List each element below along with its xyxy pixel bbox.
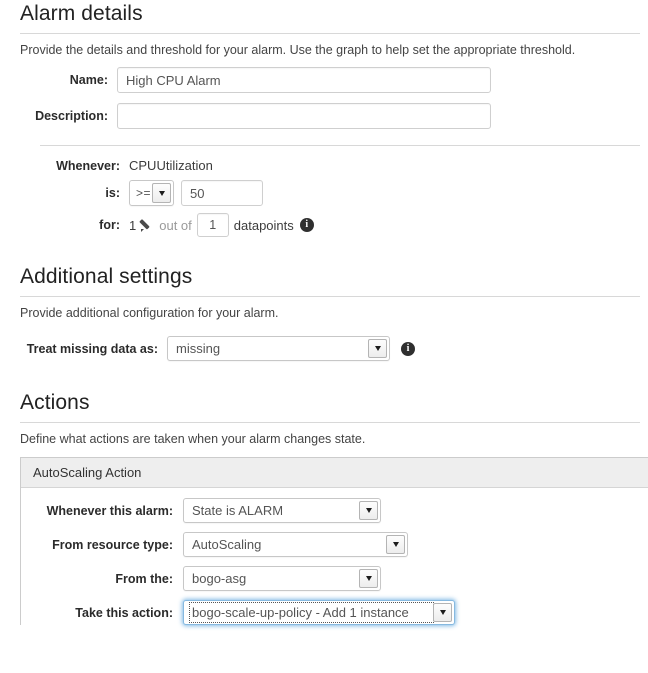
alarm-details-heading: Alarm details <box>20 2 143 25</box>
is-row: is: >= <box>0 180 648 206</box>
threshold-block: Whenever: CPUUtilization is: >= for: 1 ou… <box>0 158 648 237</box>
autoscaling-action-panel: AutoScaling Action Whenever this alarm: … <box>20 457 648 625</box>
out-of-text: out of <box>159 217 192 233</box>
resource-select[interactable]: bogo-asg <box>183 566 381 591</box>
datapoints-text: datapoints <box>233 217 294 233</box>
autoscaling-action-panel-body: Whenever this alarm: State is ALARM From… <box>21 488 648 625</box>
treat-missing-data-label: Treat missing data as: <box>26 341 158 356</box>
additional-settings-description: Provide additional configuration for you… <box>20 306 279 320</box>
comparison-operator-select[interactable]: >= <box>129 180 174 206</box>
from-resource-type-label: From resource type: <box>52 537 173 552</box>
alarm-state-select[interactable]: State is ALARM <box>183 498 381 523</box>
actions-heading: Actions <box>20 391 90 414</box>
alarm-form-page: Alarm details Provide the details and th… <box>0 0 648 673</box>
resource-type-select[interactable]: AutoScaling <box>183 532 408 557</box>
alarm-description-input[interactable] <box>117 103 491 129</box>
chevron-down-icon <box>433 603 452 622</box>
threshold-value-input[interactable] <box>181 180 263 206</box>
for-datapoints-group: 1 out of <box>129 218 192 233</box>
resource-type-value: AutoScaling <box>192 537 262 552</box>
metric-name-value: CPUUtilization <box>129 158 213 173</box>
for-label: for: <box>99 218 120 232</box>
chevron-down-icon <box>359 501 378 520</box>
take-this-action-row: Take this action: bogo-scale-up-policy -… <box>21 600 648 625</box>
action-policy-value: bogo-scale-up-policy - Add 1 instance <box>189 602 434 623</box>
whenever-this-alarm-label: Whenever this alarm: <box>46 503 173 518</box>
alarm-details-description: Provide the details and threshold for yo… <box>20 43 576 57</box>
treat-missing-data-row: Treat missing data as: missing i <box>0 336 648 361</box>
whenever-label: Whenever: <box>56 158 120 173</box>
actions-description: Define what actions are taken when your … <box>20 432 366 446</box>
from-the-label: From the: <box>115 571 173 586</box>
treat-missing-data-select[interactable]: missing <box>167 336 390 361</box>
take-this-action-label: Take this action: <box>75 605 173 620</box>
whenever-this-alarm-row: Whenever this alarm: State is ALARM <box>21 498 648 523</box>
from-resource-type-row: From resource type: AutoScaling <box>21 532 648 557</box>
chevron-down-icon <box>386 535 405 554</box>
resource-value: bogo-asg <box>192 571 247 586</box>
chevron-down-icon <box>152 183 171 203</box>
info-icon-datapoints[interactable]: i <box>299 218 314 232</box>
from-the-row: From the: bogo-asg <box>21 566 648 591</box>
whenever-row: Whenever: CPUUtilization <box>0 158 648 173</box>
pencil-icon[interactable] <box>141 218 155 232</box>
for-count-value: 1 <box>129 217 137 233</box>
threshold-divider <box>40 145 640 146</box>
comparison-operator-value: >= <box>136 186 152 200</box>
alarm-name-input[interactable] <box>117 67 491 93</box>
chevron-down-icon <box>359 569 378 588</box>
actions-section: Actions Define what actions are taken wh… <box>0 391 648 625</box>
alarm-state-value: State is ALARM <box>192 503 284 518</box>
chevron-down-icon <box>368 339 387 358</box>
alarm-details-section: Alarm details Provide the details and th… <box>0 0 648 237</box>
info-icon-missing-data[interactable]: i <box>401 341 415 356</box>
treat-missing-data-value: missing <box>176 341 221 356</box>
action-policy-select[interactable]: bogo-scale-up-policy - Add 1 instance <box>183 600 455 625</box>
additional-settings-section: Additional settings Provide additional c… <box>0 265 648 361</box>
description-label: Description: <box>35 109 108 123</box>
datapoints-input[interactable] <box>196 213 229 237</box>
name-row: Name: <box>0 67 648 93</box>
is-label: is: <box>105 186 120 200</box>
name-label: Name: <box>69 73 108 87</box>
for-row: for: 1 out of datapoints i <box>0 213 648 237</box>
additional-settings-heading: Additional settings <box>20 265 193 288</box>
autoscaling-action-panel-title: AutoScaling Action <box>21 458 648 488</box>
description-row: Description: <box>0 103 648 129</box>
